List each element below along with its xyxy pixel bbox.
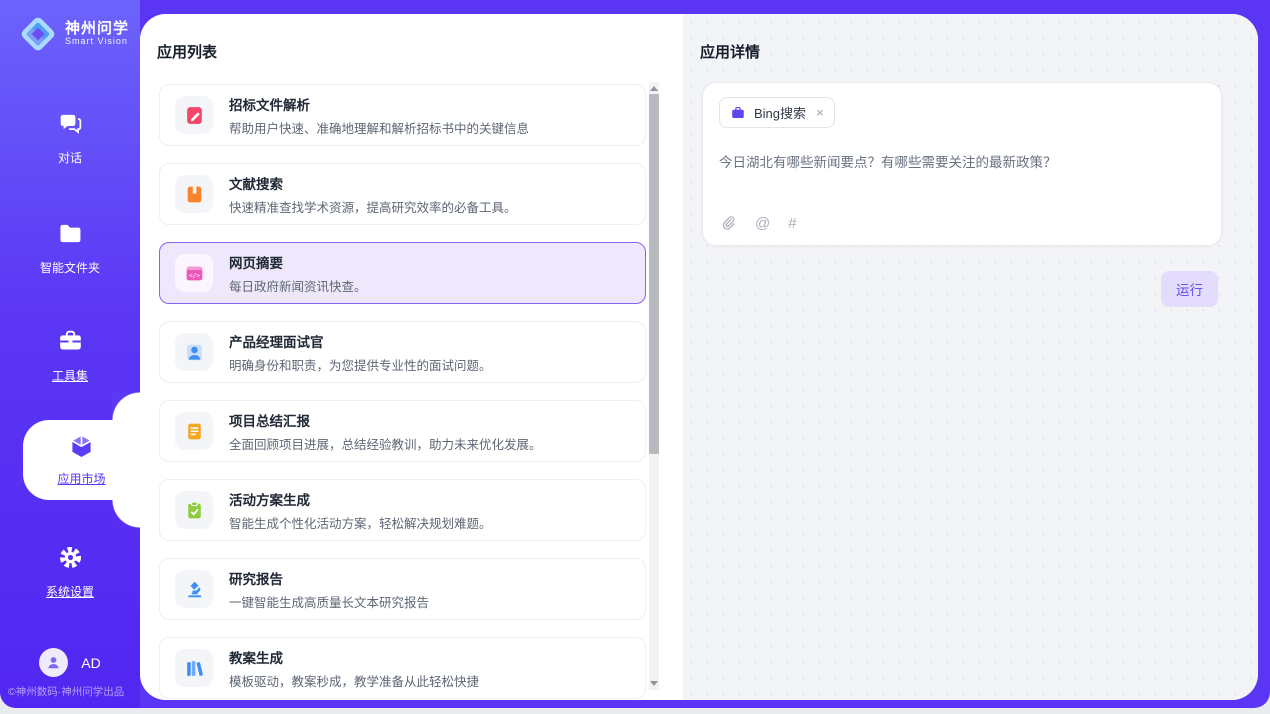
svg-text:</>: </> [188,272,200,279]
app-card[interactable]: 招标文件解析 帮助用户快速、准确地理解和解析招标书中的关键信息 [159,84,646,146]
content-card: 应用列表 招标文件解析 帮助用户快速、准确地理解和解析招标书中的关键信息 文献搜… [140,14,1258,700]
paperclip-icon[interactable] [720,215,737,232]
app-list-title: 应用列表 [157,41,683,62]
app-list: 招标文件解析 帮助用户快速、准确地理解和解析招标书中的关键信息 文献搜索 快速精… [159,84,646,700]
research-icon [175,570,213,608]
lesson-icon [175,649,213,687]
avatar[interactable] [39,648,68,677]
scrollbar[interactable] [649,82,659,690]
logo-subtitle: Smart Vision [65,37,129,46]
prompt-toolbar: @# [720,215,797,232]
active-tab-fillet-bottom [112,500,140,528]
tool-tag-bing-search[interactable]: Bing搜索 × [719,97,835,128]
bid-doc-icon [175,96,213,134]
hash-icon[interactable]: # [788,215,796,232]
user-row[interactable]: AD [0,648,140,677]
prompt-card[interactable]: Bing搜索 × 今日湖北有哪些新闻要点？有哪些需要关注的最新政策？ @# [702,82,1222,246]
app-card[interactable]: 活动方案生成 智能生成个性化活动方案，轻松解决规划难题。 [159,479,646,541]
toolbox-icon [57,328,84,360]
app-card[interactable]: 产品经理面试官 明确身份和职责，为您提供专业性的面试问题。 [159,321,646,383]
copyright-footer: ©神州数码·神州问学出品 [8,684,124,699]
cube-icon [68,433,95,465]
scrollbar-up-icon[interactable] [650,86,658,91]
book-icon [175,175,213,213]
gear-icon [57,544,84,576]
app-card[interactable]: 项目总结汇报 全面回顾项目进展，总结经验教训，助力未来优化发展。 [159,400,646,462]
app-card[interactable]: 教案生成 模板驱动，教案秒成，教学准备从此轻松快捷 [159,637,646,699]
briefcase-icon [730,105,746,121]
app-card[interactable]: 文献搜索 快速精准查找学术资源，提高研究效率的必备工具。 [159,163,646,225]
plan-icon [175,491,213,529]
app-window: 神州问学 Smart Vision 对话 智能文件夹 工具集 应用市场 系统设置… [0,0,1270,714]
tool-tag-label: Bing搜索 [754,103,806,122]
at-icon[interactable]: @ [755,215,770,232]
sidebar: 神州问学 Smart Vision 对话 智能文件夹 工具集 应用市场 系统设置… [0,0,140,708]
user-initials: AD [81,655,100,671]
sidebar-item-系统设置[interactable]: 系统设置 [0,544,140,600]
app-list-panel: 应用列表 招标文件解析 帮助用户快速、准确地理解和解析招标书中的关键信息 文献搜… [140,14,683,700]
app-detail-title: 应用详情 [700,41,1258,62]
chat-icon [57,110,84,142]
logo: 神州问学 Smart Vision [18,14,129,54]
interviewer-icon [175,333,213,371]
prompt-text[interactable]: 今日湖北有哪些新闻要点？有哪些需要关注的最新政策？ [719,151,1205,171]
app-card[interactable]: 研究报告 一键智能生成高质量长文本研究报告 [159,558,646,620]
app-card[interactable]: </> 网页摘要 每日政府新闻资讯快查。 [159,242,646,304]
folder-icon [57,220,84,252]
active-tab-fillet-top [112,392,140,420]
sidebar-item-智能文件夹[interactable]: 智能文件夹 [0,220,140,276]
logo-title: 神州问学 [65,21,129,37]
run-button[interactable]: 运行 [1161,271,1218,307]
tool-tag-close-icon[interactable]: × [816,105,824,120]
webpage-icon: </> [175,254,213,292]
report-icon [175,412,213,450]
scrollbar-down-icon[interactable] [650,681,658,686]
sidebar-item-工具集[interactable]: 工具集 [0,328,140,384]
scrollbar-thumb[interactable] [649,94,659,454]
logo-diamond-icon [18,14,58,54]
sidebar-item-对话[interactable]: 对话 [0,110,140,166]
sidebar-item-应用市场[interactable]: 应用市场 [23,420,140,500]
app-detail-panel: 应用详情 Bing搜索 × 今日湖北有哪些新闻要点？有哪些需要关注的最新政策？ … [683,14,1258,700]
